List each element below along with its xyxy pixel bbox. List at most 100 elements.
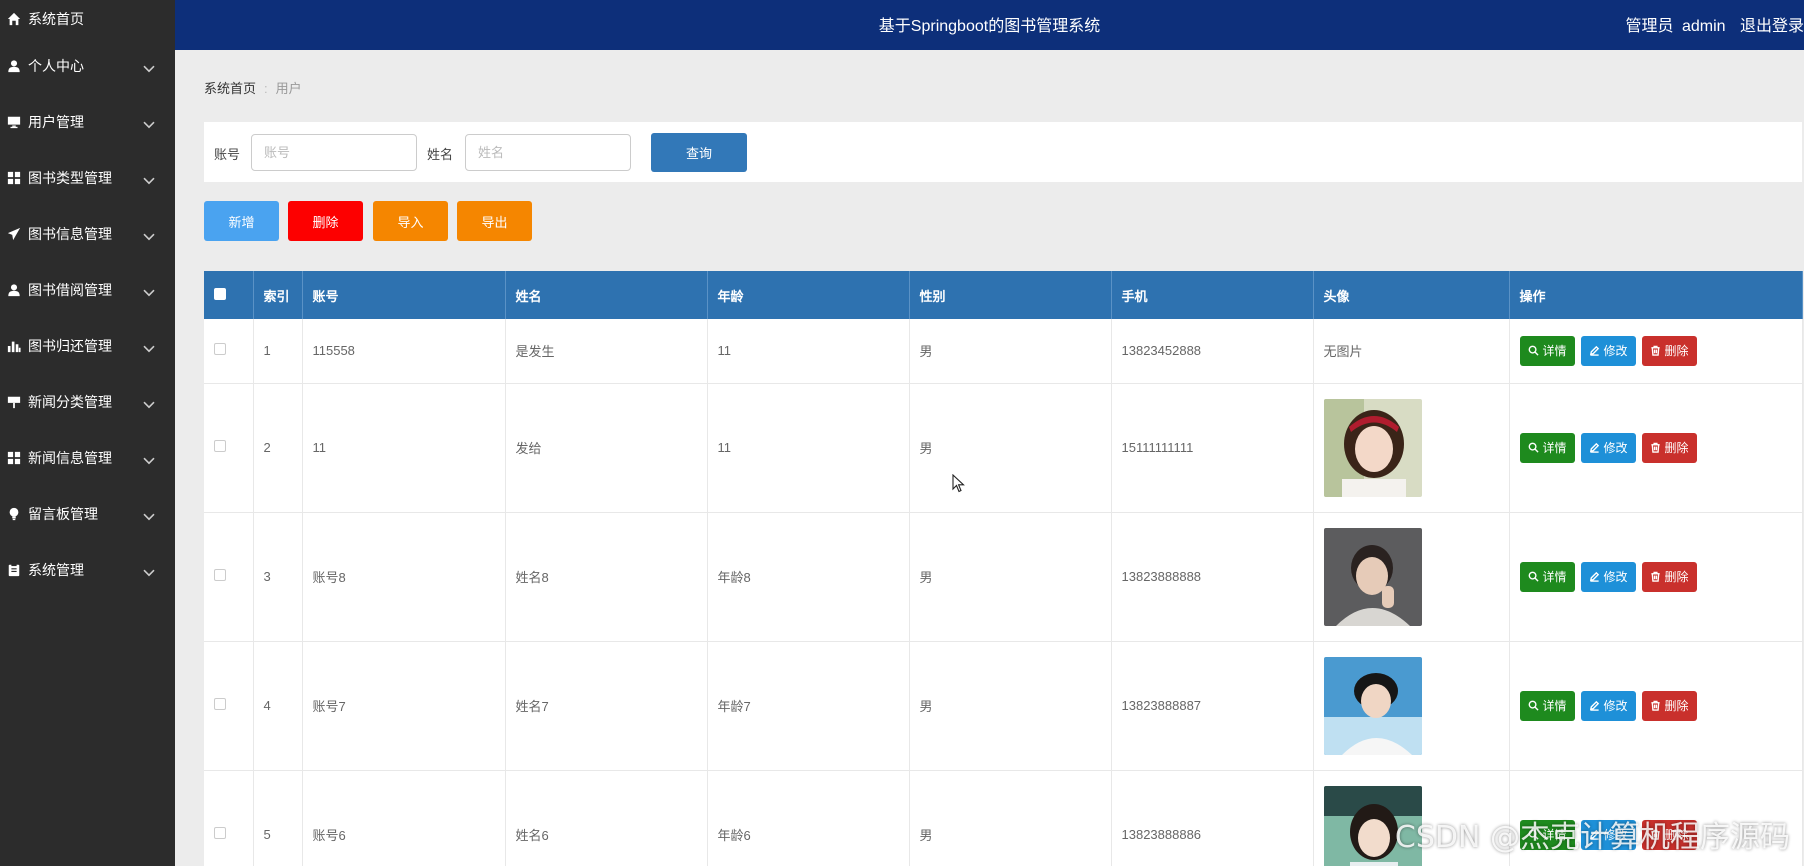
column-header: 头像 (1313, 271, 1510, 319)
chevron-down-icon (143, 173, 155, 185)
chevron-down-icon (143, 453, 155, 465)
cell-account: 11 (302, 383, 506, 513)
chevron-down-icon (143, 285, 155, 297)
delete-label: 删除 (1664, 344, 1689, 359)
row-checkbox[interactable] (214, 569, 226, 581)
cell-index: 1 (253, 319, 303, 384)
trash-icon (1650, 700, 1660, 711)
user-role: 管理员 (1625, 18, 1674, 35)
select-all-cell[interactable] (204, 271, 254, 319)
delete-row-button[interactable]: 删除 (1641, 561, 1697, 592)
cell-avatar: 无图片 (1313, 319, 1510, 384)
cell-operations: 详情 修改 删除 (1509, 319, 1803, 384)
delete-row-button[interactable]: 删除 (1641, 335, 1697, 366)
sidebar: 系统首页个人中心用户管理 图书类型管理图书信息管理图书借阅管理 图书归还管理 新闻分类… (0, 0, 175, 866)
name-search-input[interactable] (465, 134, 631, 171)
edit-label: 修改 (1603, 441, 1628, 455)
cell-account: 账号6 (302, 770, 506, 866)
pencil-icon (1589, 571, 1599, 582)
clipboard-icon (0, 563, 28, 577)
cell-age: 年龄8 (707, 512, 910, 642)
edit-button[interactable]: 修改 (1580, 561, 1636, 592)
user-table: 索引 账号 姓名 年龄 性别 手机 头像 操作 1 115558 是发生 11 男 138… (204, 271, 1803, 866)
cell-age: 11 (707, 383, 910, 513)
sidebar-item-label: 图书信息管理 (28, 226, 112, 242)
logout-link[interactable]: 退出登录 (1740, 18, 1804, 35)
edit-label: 修改 (1603, 570, 1628, 584)
row-select-cell[interactable] (204, 512, 254, 642)
header-user-area: 管理员 admin 退出登录 (1615, 12, 1804, 36)
cell-age: 年龄7 (707, 641, 910, 771)
user-icon (0, 59, 28, 73)
chevron-down-icon (143, 117, 155, 129)
cell-name: 是发生 (505, 319, 708, 384)
bulb-icon (0, 507, 28, 521)
breadcrumb: 系统首页: 用户 (204, 78, 302, 97)
delete-row-button[interactable]: 删除 (1641, 690, 1697, 721)
sidebar-item[interactable]: 系统首页 (0, 0, 175, 38)
row-select-cell[interactable] (204, 770, 254, 866)
account-search-input[interactable] (251, 134, 417, 171)
detail-button[interactable]: 详情 (1519, 561, 1575, 592)
row-checkbox[interactable] (214, 827, 226, 839)
sidebar-item[interactable]: 新闻分类管理 (0, 374, 175, 430)
name-label: 姓名 (427, 147, 454, 162)
sidebar-item[interactable]: 用户管理 (0, 94, 175, 150)
sidebar-item[interactable]: 系统管理 (0, 542, 175, 598)
cell-avatar (1313, 641, 1510, 771)
cell-index: 5 (253, 770, 303, 866)
cell-operations: 详情 修改 删除 (1509, 383, 1803, 513)
edit-button[interactable]: 修改 (1580, 432, 1636, 463)
trash-icon (1650, 345, 1660, 357)
search-icon (1528, 571, 1539, 582)
query-button[interactable]: 查询 (651, 133, 747, 172)
cell-gender: 男 (909, 770, 1112, 866)
detail-button[interactable]: 详情 (1519, 432, 1575, 463)
edit-button[interactable]: 修改 (1580, 335, 1636, 366)
row-checkbox[interactable] (214, 698, 226, 710)
chevron-down-icon (143, 397, 155, 409)
cell-index: 2 (253, 383, 303, 513)
edit-button[interactable]: 修改 (1580, 690, 1636, 721)
sidebar-item[interactable]: 新闻信息管理 (0, 430, 175, 486)
export-button[interactable]: 导出 (457, 201, 532, 241)
chevron-down-icon (143, 509, 155, 521)
sidebar-item[interactable]: 图书类型管理 (0, 150, 175, 206)
pencil-icon (1589, 346, 1599, 357)
pencil-icon (1589, 442, 1599, 453)
select-all-checkbox[interactable] (214, 287, 226, 300)
sidebar-item-label: 个人中心 (28, 58, 84, 74)
breadcrumb-separator: : (264, 81, 268, 96)
table-row: 1 115558 是发生 11 男 13823452888 无图片 详情 修改 删除 (204, 319, 1803, 384)
user-name: admin (1681, 18, 1726, 35)
cell-phone: 13823888886 (1111, 770, 1314, 866)
detail-label: 详情 (1542, 344, 1567, 359)
sidebar-item[interactable]: 图书信息管理 (0, 206, 175, 262)
add-button[interactable]: 新增 (204, 201, 279, 241)
row-select-cell[interactable] (204, 641, 254, 771)
signpost-icon (0, 395, 28, 409)
top-header: 基于Springboot的图书管理系统 管理员 admin 退出登录 (175, 0, 1804, 50)
bulk-delete-button[interactable]: 删除 (288, 201, 363, 241)
row-select-cell[interactable] (204, 319, 254, 384)
sidebar-item[interactable]: 留言板管理 (0, 486, 175, 542)
search-panel: 账号 姓名 查询 (204, 122, 1802, 182)
mouse-cursor-icon (952, 474, 965, 493)
detail-label: 详情 (1542, 699, 1567, 713)
breadcrumb-home[interactable]: 系统首页 (204, 81, 256, 96)
delete-row-button[interactable]: 删除 (1641, 432, 1697, 463)
chevron-down-icon (143, 61, 155, 73)
cell-avatar (1313, 512, 1510, 642)
user-table-container: 索引 账号 姓名 年龄 性别 手机 头像 操作 1 115558 是发生 11 男 138… (204, 271, 1803, 866)
sidebar-item[interactable]: 图书借阅管理 (0, 262, 175, 318)
row-checkbox[interactable] (214, 440, 226, 452)
sidebar-item[interactable]: 图书归还管理 (0, 318, 175, 374)
chevron-down-icon (143, 341, 155, 353)
cell-age: 11 (707, 319, 910, 384)
row-select-cell[interactable] (204, 383, 254, 513)
sidebar-item[interactable]: 个人中心 (0, 38, 175, 94)
detail-button[interactable]: 详情 (1519, 690, 1575, 721)
import-button[interactable]: 导入 (373, 201, 448, 241)
detail-button[interactable]: 详情 (1519, 335, 1575, 366)
row-checkbox[interactable] (214, 343, 226, 356)
